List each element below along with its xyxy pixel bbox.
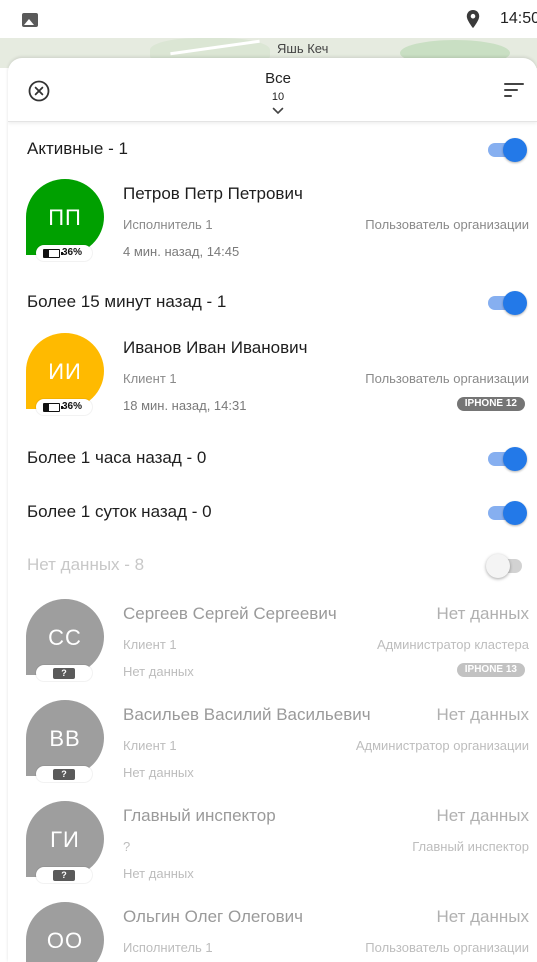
user-status: Нет данных	[436, 705, 529, 724]
user-name: Васильев Василий Васильевич	[123, 705, 371, 724]
user-row[interactable]: ОО Ольгин Олег Олегович Нет данных Испол…	[8, 902, 537, 962]
user-role: Администратор кластера	[376, 637, 529, 652]
battery-unknown-icon: ?	[53, 769, 75, 780]
avatar: ВВ ?	[26, 700, 106, 782]
user-name: Иванов Иван Иванович	[123, 338, 308, 357]
user-name: Сергеев Сергей Сергеевич	[123, 604, 337, 623]
avatar: ГИ ?	[26, 801, 106, 883]
group-label: Более 15 минут назад - 1	[27, 292, 227, 311]
user-name: Ольгин Олег Олегович	[123, 907, 304, 926]
filter-title: Все	[265, 70, 291, 87]
group-toggle[interactable]	[486, 501, 527, 525]
clock: 14:50	[500, 10, 537, 27]
device-badge: IPHONE 13	[456, 663, 525, 677]
battery-percent: 36%	[62, 247, 83, 258]
last-seen: 4 мин. назад, 14:45	[123, 244, 240, 259]
group-label: Более 1 суток назад - 0	[27, 502, 212, 521]
user-row[interactable]: ВВ ? Васильев Василий Васильевич Нет дан…	[8, 700, 537, 792]
avatar-initials: ОО	[46, 928, 84, 953]
avatar-initials: ПП	[48, 205, 82, 230]
sheet-header: Все 10	[8, 58, 537, 122]
user-row[interactable]: ИИ 36% Иванов Иван Иванович Клиент 1 Пол…	[8, 333, 537, 425]
avatar: ОО	[26, 902, 106, 962]
sort-icon[interactable]	[504, 82, 524, 98]
battery-unknown-icon: ?	[53, 668, 75, 679]
group-1-day: Более 1 суток назад - 0	[8, 497, 537, 527]
user-status: Нет данных	[436, 806, 529, 825]
group-active: Активные - 1	[8, 134, 537, 164]
user-subtitle: ?	[123, 839, 131, 854]
battery-icon	[43, 403, 63, 412]
battery-badge: ?	[36, 665, 92, 681]
location-pin-icon	[466, 10, 480, 28]
user-role: Администратор организации	[355, 738, 529, 753]
user-role: Пользователь организации	[365, 940, 529, 955]
user-subtitle: Клиент 1	[123, 738, 177, 753]
user-subtitle: Исполнитель 1	[123, 940, 213, 955]
group-label: Более 1 часа назад - 0	[27, 448, 207, 467]
last-seen: Нет данных	[123, 664, 194, 679]
group-toggle[interactable]	[486, 447, 527, 471]
user-role: Главный инспектор	[412, 839, 529, 854]
image-notification-icon	[22, 13, 38, 27]
user-role: Пользователь организации	[365, 371, 529, 386]
user-status: Нет данных	[436, 604, 529, 623]
users-sheet: Все 10 Активные - 1 ПП 36% Петров Петр П…	[8, 58, 537, 962]
avatar-initials: ВВ	[49, 726, 81, 751]
device-badge: IPHONE 12	[456, 397, 525, 411]
battery-badge: ?	[36, 867, 92, 883]
avatar: СС ?	[26, 599, 106, 681]
group-label: Активные - 1	[27, 139, 128, 158]
last-seen: Нет данных	[123, 765, 194, 780]
user-row[interactable]: ГИ ? Главный инспектор Нет данных ? Глав…	[8, 801, 537, 893]
avatar: ПП 36%	[26, 179, 106, 261]
avatar-initials: ГИ	[50, 827, 80, 852]
user-row[interactable]: СС ? Сергеев Сергей Сергеевич Нет данных…	[8, 599, 537, 691]
group-toggle[interactable]	[486, 291, 527, 315]
close-icon[interactable]	[28, 80, 50, 102]
battery-badge: 36%	[36, 399, 92, 415]
user-role: Пользователь организации	[365, 217, 529, 232]
group-toggle[interactable]	[486, 554, 526, 578]
battery-percent: 36%	[62, 401, 83, 412]
avatar: ИИ 36%	[26, 333, 106, 415]
user-name: Петров Петр Петрович	[123, 184, 303, 203]
user-name: Главный инспектор	[123, 806, 276, 825]
group-no-data: Нет данных - 8	[8, 550, 537, 580]
user-subtitle: Клиент 1	[123, 637, 177, 652]
last-seen: 18 мин. назад, 14:31	[123, 398, 247, 413]
avatar-initials: ИИ	[48, 359, 82, 384]
group-15-min: Более 15 минут назад - 1	[8, 287, 537, 317]
user-row[interactable]: ПП 36% Петров Петр Петрович Исполнитель …	[8, 179, 537, 271]
avatar-initials: СС	[48, 625, 82, 650]
user-subtitle: Исполнитель 1	[123, 217, 213, 232]
battery-badge: 36%	[36, 245, 92, 261]
battery-icon	[43, 249, 63, 258]
battery-badge: ?	[36, 766, 92, 782]
map-place-label: Яшь Кеч	[277, 41, 329, 56]
filter-count: 10	[271, 91, 285, 103]
status-bar: 14:50	[0, 0, 537, 38]
chevron-down-icon	[272, 107, 284, 115]
battery-unknown-icon: ?	[53, 870, 75, 881]
user-status: Нет данных	[436, 907, 529, 926]
group-toggle[interactable]	[486, 138, 527, 162]
group-label: Нет данных - 8	[27, 555, 145, 574]
group-1-hour: Более 1 часа назад - 0	[8, 443, 537, 473]
last-seen: Нет данных	[123, 866, 194, 881]
user-subtitle: Клиент 1	[123, 371, 177, 386]
